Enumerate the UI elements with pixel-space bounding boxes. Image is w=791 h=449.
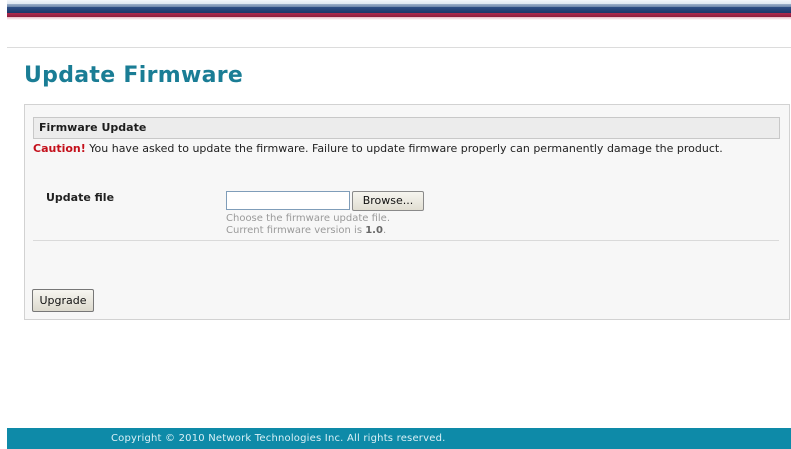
browse-button[interactable]: Browse... [352,191,424,211]
hint-current-version: Current firmware version is 1.0. [226,225,386,236]
page: Update Firmware Firmware Update Caution!… [0,0,791,449]
hint-choose-file: Choose the firmware update file. [226,213,391,224]
row-divider [33,240,779,241]
upgrade-button[interactable]: Upgrade [32,289,94,312]
footer-copyright: Copyright © 2010 Network Technologies In… [7,428,791,449]
top-divider [7,47,791,48]
update-file-input[interactable] [226,191,350,210]
panel-header: Firmware Update [33,117,780,139]
header-stripes [7,0,791,22]
stripe-fade [7,17,791,20]
update-file-label: Update file [46,191,115,204]
hint-version-prefix: Current firmware version is [226,225,366,236]
firmware-version-value: 1.0 [365,225,383,236]
firmware-panel: Firmware Update Caution! You have asked … [24,104,790,320]
caution-text: You have asked to update the firmware. F… [85,142,723,155]
caution-message: Caution! You have asked to update the fi… [33,142,788,155]
page-title: Update Firmware [24,63,244,88]
hint-version-suffix: . [382,225,387,236]
caution-label: Caution! [33,142,86,155]
